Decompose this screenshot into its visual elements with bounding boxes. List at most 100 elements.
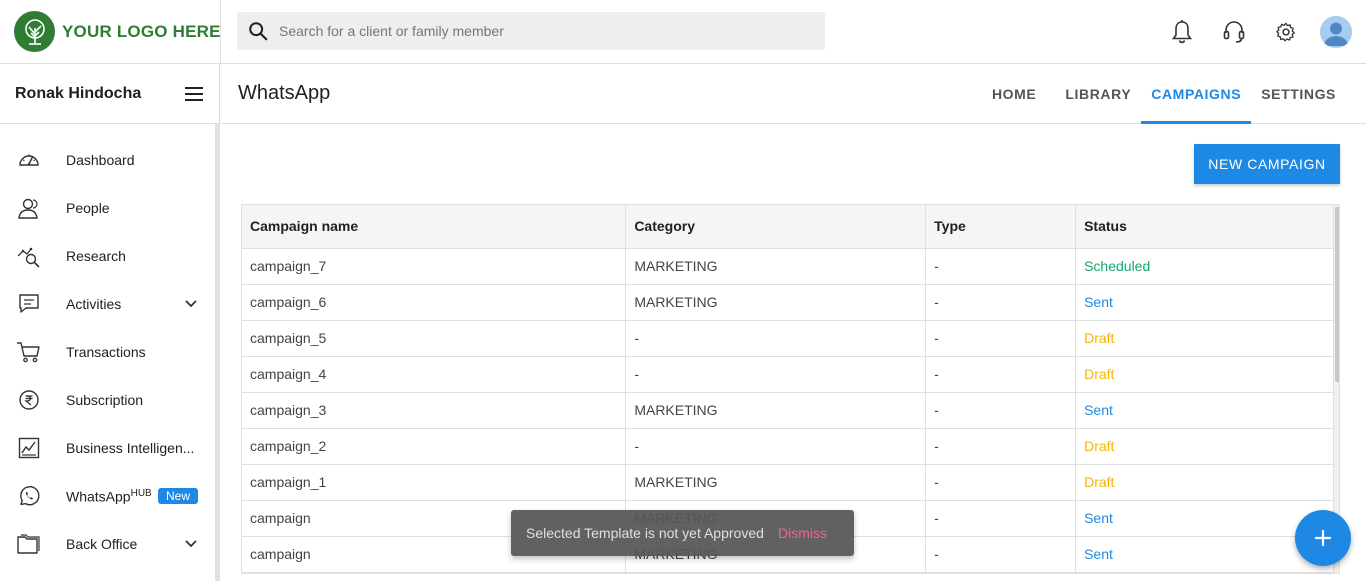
plus-icon <box>1314 529 1332 547</box>
page-title: WhatsApp <box>238 82 331 104</box>
cell-campaign-name: campaign_4 <box>242 356 627 393</box>
sidebar-item-research[interactable]: Research <box>0 232 219 280</box>
cell-status: Sent <box>1075 392 1334 429</box>
sidebar-scrollbar[interactable] <box>215 124 220 581</box>
table-row[interactable]: campaign_7 MARKETING - Scheduled <box>242 248 1334 285</box>
cell-campaign-name: campaign_6 <box>242 284 627 321</box>
top-bar: YOUR LOGO HERE <box>0 0 1366 64</box>
hamburger-menu-icon[interactable] <box>184 86 204 102</box>
sidebar-nav: Dashboard People Research Activities Tra… <box>0 124 219 568</box>
dismiss-button[interactable]: Dismiss <box>778 525 827 541</box>
cell-type: - <box>925 536 1077 573</box>
header-divider <box>220 0 221 64</box>
user-row: Ronak Hindocha <box>0 64 219 124</box>
cell-category: - <box>625 428 927 465</box>
cell-category: MARKETING <box>625 248 927 285</box>
whatsapp-label: WhatsApp <box>66 488 131 505</box>
people-icon <box>16 195 42 221</box>
folder-icon <box>16 531 42 557</box>
search-input[interactable] <box>279 23 799 39</box>
tab-campaigns[interactable]: CAMPAIGNS <box>1141 64 1252 124</box>
cell-status: Scheduled <box>1075 248 1334 285</box>
gear-icon[interactable] <box>1270 16 1302 48</box>
cell-category: - <box>625 320 927 357</box>
user-name: Ronak Hindocha <box>15 84 142 102</box>
sidebar-item-transactions[interactable]: Transactions <box>0 328 219 376</box>
chevron-down-icon[interactable] <box>184 536 198 550</box>
header-campaign-name[interactable]: Campaign name <box>242 205 627 249</box>
cell-type: - <box>925 284 1077 321</box>
add-fab-button[interactable] <box>1295 510 1351 566</box>
cell-type: - <box>925 500 1077 537</box>
cell-type: - <box>925 248 1077 285</box>
cell-category: MARKETING <box>625 284 927 321</box>
cell-campaign-name: campaign_2 <box>242 428 627 465</box>
cell-type: - <box>925 392 1077 429</box>
sidebar-item-activities[interactable]: Activities <box>0 280 219 328</box>
table-row[interactable]: campaign_2- - Draft <box>242 428 1334 465</box>
sidebar-item-dashboard[interactable]: Dashboard <box>0 136 219 184</box>
sidebar-item-whatsapp[interactable]: WhatsAppHUB New <box>0 472 219 520</box>
tab-home[interactable]: HOME <box>982 64 1046 124</box>
new-badge: New <box>158 488 199 504</box>
whatsapp-icon <box>16 483 42 509</box>
tab-settings[interactable]: SETTINGS <box>1251 64 1346 124</box>
cell-status: Draft <box>1075 356 1334 393</box>
cell-status: Draft <box>1075 320 1334 357</box>
search-icon <box>249 22 268 41</box>
logo-text: YOUR LOGO HERE <box>62 21 221 41</box>
sidebar-item-subscription[interactable]: Subscription <box>0 376 219 424</box>
header-category[interactable]: Category <box>625 205 927 249</box>
table-row[interactable]: campaign_3 MARKETING - Sent <box>242 392 1334 429</box>
bell-icon[interactable] <box>1166 16 1198 48</box>
cell-campaign-name: campaign_1 <box>242 464 627 501</box>
sidebar-item-label: Dashboard <box>66 152 135 168</box>
tabs: HOME LIBRARY CAMPAIGNS SETTINGS <box>982 64 1366 124</box>
cell-type: - <box>925 428 1077 465</box>
cell-campaign-name: campaign_5 <box>242 320 627 357</box>
dashboard-gauge-icon <box>16 147 42 173</box>
top-icons <box>1146 16 1352 48</box>
sidebar-item-label: WhatsAppHUB <box>66 488 152 505</box>
cell-campaign-name: campaign_7 <box>242 248 627 285</box>
tab-library[interactable]: LIBRARY <box>1055 64 1141 124</box>
sidebar-item-label: Transactions <box>66 344 146 360</box>
sidebar-item-label: Business Intelligen... <box>66 440 195 456</box>
logo[interactable]: YOUR LOGO HERE <box>14 11 221 52</box>
table-row[interactable]: campaign_1 MARKETING - Draft <box>242 464 1334 501</box>
chevron-down-icon[interactable] <box>184 296 198 310</box>
avatar[interactable] <box>1320 16 1352 48</box>
header-type[interactable]: Type <box>925 205 1077 249</box>
sidebar-item-label: People <box>66 200 110 216</box>
cell-category: - <box>625 356 927 393</box>
sidebar-item-business-intelligence[interactable]: Business Intelligen... <box>0 424 219 472</box>
table-row[interactable]: campaign_6 MARKETING - Sent <box>242 284 1334 321</box>
content-header: WhatsApp HOME LIBRARY CAMPAIGNS SETTINGS <box>221 64 1366 124</box>
cell-status: Draft <box>1075 428 1334 465</box>
cart-icon <box>16 339 42 365</box>
new-campaign-button[interactable]: NEW CAMPAIGN <box>1194 144 1340 184</box>
sidebar-item-label: Subscription <box>66 392 144 408</box>
hub-superscript: HUB <box>130 487 152 499</box>
chat-lines-icon <box>16 291 42 317</box>
header-status[interactable]: Status <box>1075 205 1334 249</box>
cell-campaign-name: campaign_3 <box>242 392 627 429</box>
sidebar-item-label: Back Office <box>66 536 138 552</box>
cell-type: - <box>925 356 1077 393</box>
cell-status: Draft <box>1075 464 1334 501</box>
snackbar: Selected Template is not yet Approved Di… <box>511 510 854 556</box>
headset-icon[interactable] <box>1218 16 1250 48</box>
sidebar: Ronak Hindocha Dashboard People Research <box>0 64 220 581</box>
tree-logo-icon <box>14 11 55 52</box>
scrollbar-thumb[interactable] <box>1335 207 1339 382</box>
sidebar-item-back-office[interactable]: Back Office <box>0 520 219 568</box>
table-row[interactable]: campaign_4- - Draft <box>242 356 1334 393</box>
rupee-icon <box>16 387 42 413</box>
search-bar[interactable] <box>237 12 825 50</box>
sidebar-item-label: Research <box>66 248 126 264</box>
table-row[interactable]: campaign_5- - Draft <box>242 320 1334 357</box>
sidebar-item-people[interactable]: People <box>0 184 219 232</box>
cell-type: - <box>925 464 1077 501</box>
chart-icon <box>16 435 42 461</box>
cell-category: MARKETING <box>625 464 927 501</box>
